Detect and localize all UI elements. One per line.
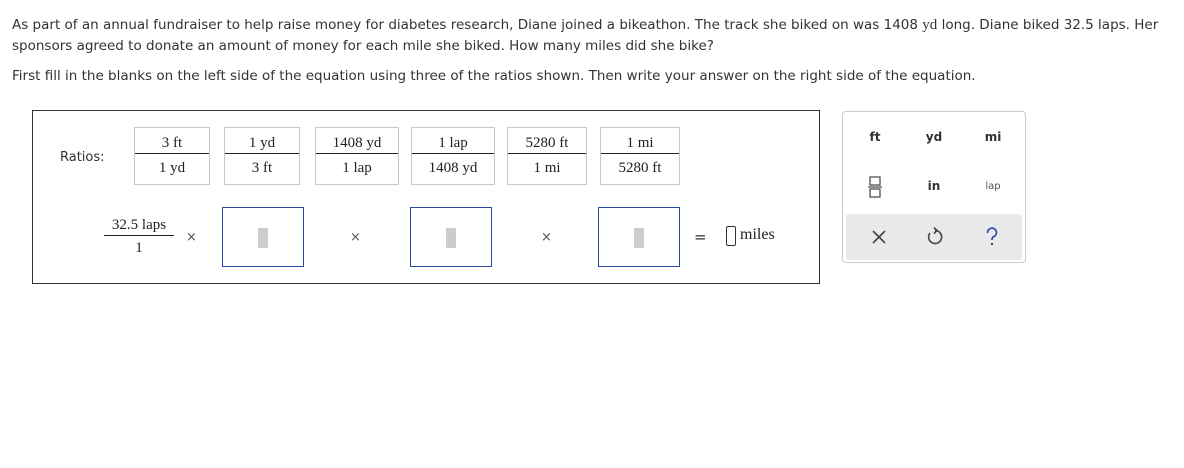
ratio-card-1408yd-1lap[interactable]: 1408 yd 1 lap [315, 127, 399, 185]
ratio-numerator: 1 mi [626, 135, 654, 151]
ratio-slot-2[interactable] [410, 207, 492, 267]
help-question-icon[interactable] [979, 226, 1005, 248]
keypad-action-bar [846, 214, 1022, 260]
start-fraction: 32.5 laps 1 [104, 215, 174, 258]
track-unit: yd [922, 17, 938, 33]
ratios-label: Ratios: [60, 150, 105, 165]
answer-input[interactable] [726, 226, 736, 246]
question-text: As part of an annual fundraiser to help … [12, 15, 1172, 57]
unit-keypad: ft yd mi in lap [842, 111, 1026, 263]
times-sign: × [186, 230, 197, 245]
key-lap[interactable]: lap [973, 181, 1013, 192]
ratio-denominator: 5280 ft [601, 153, 679, 178]
ratio-card-3ft-1yd[interactable]: 3 ft 1 yd [134, 127, 210, 185]
ratio-numerator: 1 lap [438, 135, 468, 151]
slot-placeholder [634, 228, 644, 248]
times-sign: × [541, 230, 552, 245]
equals-sign: = [694, 228, 707, 246]
key-in[interactable]: in [914, 179, 954, 193]
ratio-denominator: 1 mi [508, 153, 586, 178]
start-numerator: 32.5 laps [111, 217, 167, 233]
key-mi[interactable]: mi [973, 130, 1013, 144]
ratio-slot-1[interactable] [222, 207, 304, 267]
ratio-card-5280ft-1mi[interactable]: 5280 ft 1 mi [507, 127, 587, 185]
ratio-numerator: 1408 yd [332, 135, 382, 151]
ratio-denominator: 1 yd [135, 153, 209, 178]
ratio-card-1yd-3ft[interactable]: 1 yd 3 ft [224, 127, 300, 185]
answer-unit: miles [740, 226, 775, 243]
key-ft[interactable]: ft [855, 130, 895, 144]
undo-icon[interactable] [922, 226, 948, 248]
instruction-text: First fill in the blanks on the left sid… [12, 68, 976, 84]
ratio-slot-3[interactable] [598, 207, 680, 267]
ratio-numerator: 5280 ft [525, 135, 569, 151]
ratio-numerator: 3 ft [161, 135, 183, 151]
ratio-card-1mi-5280ft[interactable]: 1 mi 5280 ft [600, 127, 680, 185]
question-part1: As part of an annual fundraiser to help … [12, 17, 918, 33]
ratio-numerator: 1 yd [248, 135, 276, 151]
times-sign: × [350, 230, 361, 245]
slot-placeholder [258, 228, 268, 248]
start-denominator: 1 [104, 235, 174, 258]
ratio-denominator: 1408 yd [412, 153, 494, 178]
fraction-icon[interactable] [855, 176, 895, 201]
slot-placeholder [446, 228, 456, 248]
ratio-denominator: 3 ft [225, 153, 299, 178]
clear-x-icon[interactable] [866, 226, 892, 248]
key-yd[interactable]: yd [914, 130, 954, 144]
ratio-denominator: 1 lap [316, 153, 398, 178]
ratio-card-1lap-1408yd[interactable]: 1 lap 1408 yd [411, 127, 495, 185]
